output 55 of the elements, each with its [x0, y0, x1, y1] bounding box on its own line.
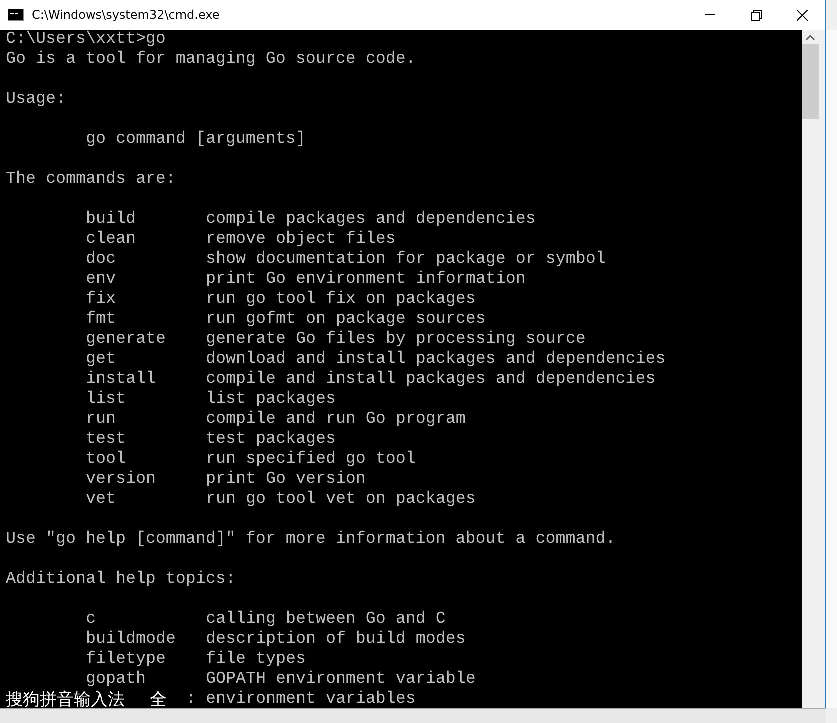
- command-name: generate: [86, 330, 167, 350]
- command-description: description of build modes: [206, 630, 466, 650]
- restore-icon: [750, 10, 762, 20]
- command-name: test: [86, 430, 127, 450]
- command-name: c: [86, 610, 97, 630]
- command-description: compile packages and dependencies: [206, 210, 536, 230]
- command-name: tool: [86, 450, 127, 470]
- console-line: The commands are:: [6, 170, 176, 190]
- command-name: get: [86, 350, 117, 370]
- console-app-icon: [8, 9, 24, 21]
- command-description: file types: [206, 650, 306, 670]
- command-description: list packages: [206, 390, 336, 410]
- command-description: compile and install packages and dependencies: [206, 370, 656, 390]
- ime-separator: :: [186, 690, 197, 708]
- console-line: Go is a tool for managing Go source code.: [6, 50, 416, 70]
- command-description: generate Go files by processing source: [206, 330, 586, 350]
- command-name: buildmode: [86, 630, 177, 650]
- console-line: Use "go help [command]" for more information about a command.: [6, 530, 616, 550]
- command-name: fix: [86, 290, 117, 310]
- command-description: run specified go tool: [206, 450, 416, 470]
- command-name: doc: [86, 250, 117, 270]
- command-description: environment variables: [206, 690, 416, 708]
- console-line: go command [arguments]: [86, 130, 306, 150]
- command-name: list: [86, 390, 127, 410]
- command-description: show documentation for package or symbol: [206, 250, 606, 270]
- command-description: calling between Go and C: [206, 610, 446, 630]
- command-description: compile and run Go program: [206, 410, 466, 430]
- command-description: test packages: [206, 430, 336, 450]
- command-name: build: [86, 210, 137, 230]
- console-line: Additional help topics:: [6, 570, 236, 590]
- command-description: print Go environment information: [206, 270, 526, 290]
- scroll-up-icon[interactable]: [806, 35, 815, 41]
- command-name: run: [86, 410, 117, 430]
- command-description: print Go version: [206, 470, 366, 490]
- command-description: run gofmt on package sources: [206, 310, 486, 330]
- command-name: gopath: [86, 670, 147, 690]
- command-description: download and install packages and dependencies: [206, 350, 666, 370]
- console-line: C:\Users\xxtt>go: [6, 30, 166, 50]
- command-description: GOPATH environment variable: [206, 670, 476, 690]
- command-name: version: [86, 470, 157, 490]
- command-name: clean: [86, 230, 137, 250]
- ime-name: 搜狗拼音输入法: [6, 690, 126, 708]
- command-name: vet: [86, 490, 117, 510]
- command-name: fmt: [86, 310, 117, 330]
- command-name: env: [86, 270, 117, 290]
- command-description: run go tool fix on packages: [206, 290, 476, 310]
- command-description: run go tool vet on packages: [206, 490, 476, 510]
- command-name: filetype: [86, 650, 167, 670]
- command-description: remove object files: [206, 230, 396, 250]
- close-icon: [796, 10, 808, 20]
- command-name: install: [86, 370, 157, 390]
- console-line: Usage:: [6, 90, 66, 110]
- window-title: C:\Windows\system32\cmd.exe: [32, 7, 220, 24]
- ime-mode: 全: [150, 690, 168, 708]
- scrollbar-thumb[interactable]: [802, 44, 819, 119]
